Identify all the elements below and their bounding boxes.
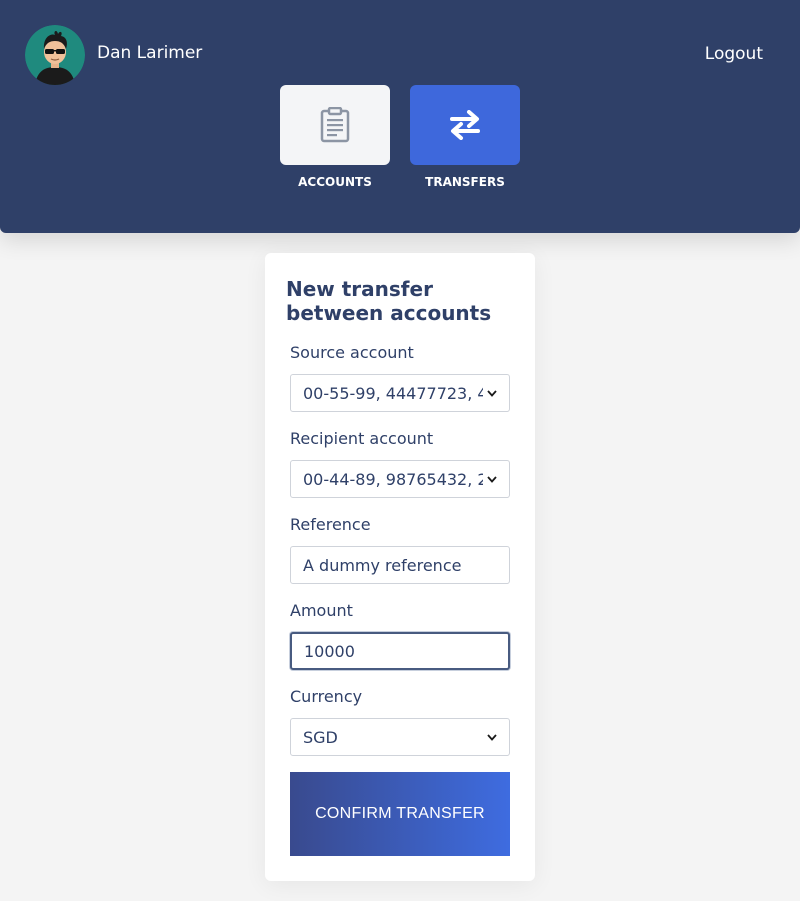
logout-link[interactable]: Logout xyxy=(705,44,763,64)
currency-select[interactable]: SGD xyxy=(290,718,510,756)
user-avatar-icon xyxy=(25,25,85,85)
accounts-tile-label[interactable]: ACCOUNTS xyxy=(280,175,390,190)
amount-input[interactable] xyxy=(290,632,510,670)
source-account-select[interactable]: 00-55-99, 44477723, 4 xyxy=(290,374,510,412)
accounts-tile[interactable] xyxy=(280,85,390,165)
transfer-arrows-icon xyxy=(450,110,480,140)
source-account-value: 00-55-99, 44477723, 4 xyxy=(303,383,483,403)
currency-value: SGD xyxy=(303,727,338,747)
source-account-label: Source account xyxy=(290,343,414,362)
transfers-tile-label[interactable]: TRANSFERS xyxy=(410,175,520,190)
currency-label: Currency xyxy=(290,687,363,706)
amount-label: Amount xyxy=(290,601,353,620)
recipient-account-label: Recipient account xyxy=(290,429,434,448)
confirm-transfer-button[interactable]: CONFIRM TRANSFER xyxy=(290,772,510,856)
chevron-down-icon xyxy=(483,733,497,741)
clipboard-icon xyxy=(320,107,350,143)
transfer-form-card: New transfer between accounts Source acc… xyxy=(265,253,535,881)
recipient-account-select[interactable]: 00-44-89, 98765432, 2 xyxy=(290,460,510,498)
top-header: Dan Larimer Logout ACCOUNTS TRANSFERS xyxy=(0,0,800,233)
form-title: New transfer between accounts xyxy=(286,277,492,325)
chevron-down-icon xyxy=(483,389,497,397)
reference-label: Reference xyxy=(290,515,371,534)
reference-input[interactable] xyxy=(290,546,510,584)
recipient-account-value: 00-44-89, 98765432, 2 xyxy=(303,469,483,489)
transfers-tile[interactable] xyxy=(410,85,520,165)
avatar xyxy=(25,25,85,85)
chevron-down-icon xyxy=(483,475,497,483)
user-name: Dan Larimer xyxy=(97,43,203,63)
